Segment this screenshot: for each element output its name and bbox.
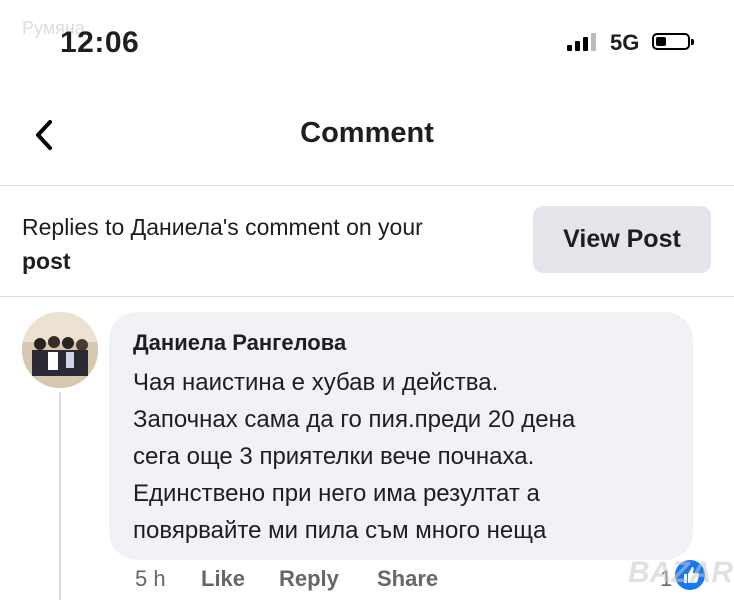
status-time: 12:06 <box>60 26 140 59</box>
banner-text-main: Replies to Даниела's comment on your <box>22 214 423 240</box>
share-button[interactable]: Share <box>377 566 438 592</box>
reply-button[interactable]: Reply <box>279 566 339 592</box>
battery-cap <box>691 39 694 45</box>
like-button[interactable]: Like <box>201 566 245 592</box>
view-post-button[interactable]: View Post <box>533 206 711 273</box>
watermark-bottom: BAZAR <box>628 556 733 589</box>
banner-text-post[interactable]: post <box>22 248 71 274</box>
comment-line: повярвайте ми пила съм много неща <box>133 517 547 544</box>
comment-line: сега още 3 приятелки вече почнаха. <box>133 443 535 470</box>
comment-time: 5 h <box>135 566 166 591</box>
comment-line: Започнах сама да го пия.преди 20 дена <box>133 406 576 433</box>
comment-text: Чая наистина е хубав и действа. Започнах… <box>133 364 683 549</box>
status-bar: 12:06 5G <box>0 0 734 80</box>
signal-icon <box>567 33 599 51</box>
nav-bar: Comment <box>0 95 734 175</box>
battery-icon <box>652 33 690 50</box>
page-title: Comment <box>300 117 434 149</box>
thread-line <box>59 392 61 600</box>
reply-banner: Replies to Даниела's comment on your pos… <box>0 186 734 296</box>
comment-author[interactable]: Даниела Рангелова <box>133 330 346 356</box>
comment-line: Единствено при него има резултат а <box>133 480 540 507</box>
avatar[interactable] <box>22 312 98 388</box>
divider <box>0 296 734 297</box>
comment-line: Чая наистина е хубав и действа. <box>133 369 499 396</box>
banner-text: Replies to Даниела's comment on your pos… <box>22 210 522 278</box>
comment-bubble: Даниела Рангелова Чая наистина е хубав и… <box>109 312 693 560</box>
network-label: 5G <box>610 30 640 55</box>
